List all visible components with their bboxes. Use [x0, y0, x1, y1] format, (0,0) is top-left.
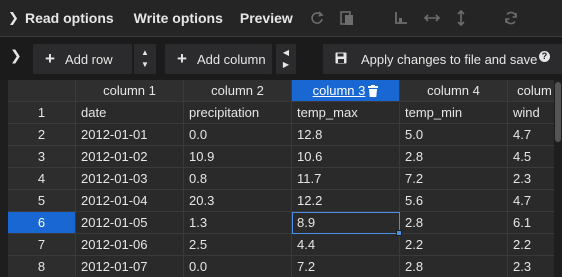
table-cell[interactable]: 10.6 [292, 146, 400, 168]
chevron-right-icon[interactable]: ▶ [283, 59, 289, 71]
plus-icon: + [177, 49, 187, 68]
table-cell[interactable]: 5.6 [400, 190, 508, 212]
table-cell[interactable]: 2.2 [400, 234, 508, 256]
vertical-scrollbar[interactable] [554, 80, 562, 277]
read-options-menu[interactable]: ❯ Read options [8, 10, 114, 26]
table-cell[interactable]: 4.4 [292, 234, 400, 256]
table-row: 2 2012-01-01 0.0 12.8 5.0 4.7 [8, 124, 562, 146]
column-stepper[interactable]: ◀ ▶ [276, 44, 296, 74]
table-cell[interactable]: 2.8 [400, 256, 508, 277]
table-cell[interactable]: 2.8 [400, 212, 508, 234]
menu-bar: ❯ Read options Write options Preview [0, 0, 562, 36]
resize-horizontal-icon[interactable] [423, 10, 440, 26]
add-row-button[interactable]: + Add row [33, 44, 132, 74]
data-grid: column 1 column 2 column 3 column 4 colu… [8, 80, 562, 277]
paste-icon[interactable] [339, 10, 354, 26]
row-number[interactable]: 3 [8, 146, 76, 168]
column-header[interactable]: column 2 [184, 80, 292, 102]
table-row: 4 2012-01-03 0.8 11.7 7.2 2.3 [8, 168, 562, 190]
table-cell[interactable]: 2012-01-01 [76, 124, 184, 146]
scrollbar-thumb[interactable] [555, 82, 561, 142]
table-cell[interactable]: 0.0 [184, 124, 292, 146]
table-row: 5 2012-01-04 20.3 12.2 5.6 4.7 [8, 190, 562, 212]
add-column-label: Add column [196, 51, 266, 67]
resize-vertical-icon[interactable] [454, 10, 468, 26]
column-header[interactable]: column 1 [76, 80, 184, 102]
row-number[interactable]: 8 [8, 256, 76, 277]
chevron-right-icon: ❯ [8, 10, 19, 25]
add-column-button[interactable]: + Add column [165, 44, 272, 74]
table-cell[interactable]: 2012-01-02 [76, 146, 184, 168]
read-options-label: Read options [25, 10, 114, 26]
row-number[interactable]: 7 [8, 234, 76, 256]
table-cell[interactable]: 12.2 [292, 190, 400, 212]
table-cell[interactable]: 0.8 [184, 168, 292, 190]
table-row: 8 2012-01-07 0.0 7.2 2.8 2.3 [8, 256, 562, 277]
table-cell[interactable]: precipitation [184, 102, 292, 124]
row-number[interactable]: 2 [8, 124, 76, 146]
table-cell[interactable]: 11.7 [292, 168, 400, 190]
apply-save-label: Apply changes to file and save [361, 51, 538, 67]
table-cell[interactable]: 2012-01-07 [76, 256, 184, 277]
align-bottom-icon[interactable] [394, 10, 408, 26]
active-cell[interactable]: 8.9 [292, 212, 400, 234]
column-header-selected[interactable]: column 3 [292, 80, 400, 102]
toolbar: ❯ + Add row ▲ ▼ + Add column ◀ ▶ Apply c… [0, 36, 562, 80]
column-header-label: column 3 [312, 83, 366, 98]
chevron-left-icon[interactable]: ◀ [283, 47, 289, 59]
reload-icon[interactable] [504, 10, 518, 26]
help-icon[interactable]: ? [539, 51, 550, 62]
table-cell[interactable]: 7.2 [292, 256, 400, 277]
table-cell[interactable]: 12.8 [292, 124, 400, 146]
table-row-selected: 6 2012-01-05 1.3 8.9 2.8 6.1 [8, 212, 562, 234]
column-header[interactable]: column 4 [400, 80, 508, 102]
table-cell[interactable]: 2.8 [400, 146, 508, 168]
apply-save-button[interactable]: Apply changes to file and save ? [323, 44, 562, 74]
save-disk-icon [335, 52, 347, 67]
table-cell[interactable]: 2012-01-06 [76, 234, 184, 256]
table-cell[interactable]: 20.3 [184, 190, 292, 212]
table-cell[interactable]: date [76, 102, 184, 124]
table-row: 1 date precipitation temp_max temp_min w… [8, 102, 562, 124]
column-header-row: column 1 column 2 column 3 column 4 colu… [8, 80, 562, 102]
table-cell[interactable]: temp_max [292, 102, 400, 124]
trash-icon[interactable] [368, 82, 379, 101]
table-row: 7 2012-01-06 2.5 4.4 2.2 2.2 [8, 234, 562, 256]
row-number[interactable]: 4 [8, 168, 76, 190]
table-cell[interactable]: 2012-01-05 [76, 212, 184, 234]
table-cell[interactable]: 10.9 [184, 146, 292, 168]
row-number[interactable]: 1 [8, 102, 76, 124]
refresh-icon[interactable] [310, 10, 324, 26]
table-cell[interactable]: temp_min [400, 102, 508, 124]
table-cell[interactable]: 7.2 [400, 168, 508, 190]
table-cell[interactable]: 1.3 [184, 212, 292, 234]
preview-menu[interactable]: Preview [240, 10, 293, 26]
table-row: 3 2012-01-02 10.9 10.6 2.8 4.5 [8, 146, 562, 168]
chevron-down-icon[interactable]: ▼ [141, 59, 149, 71]
write-options-menu[interactable]: Write options [134, 10, 223, 26]
table-cell[interactable]: 2.5 [184, 234, 292, 256]
row-number[interactable]: 5 [8, 190, 76, 212]
table-cell[interactable]: 2012-01-03 [76, 168, 184, 190]
row-number-selected[interactable]: 6 [8, 212, 76, 234]
chevron-up-icon[interactable]: ▲ [141, 47, 149, 59]
row-stepper[interactable]: ▲ ▼ [134, 44, 156, 74]
fill-handle[interactable] [396, 230, 402, 236]
table-cell[interactable]: 2012-01-04 [76, 190, 184, 212]
expand-chevron-icon[interactable]: ❯ [10, 47, 22, 64]
corner-cell[interactable] [8, 80, 76, 102]
add-row-label: Add row [64, 51, 113, 67]
plus-icon: + [45, 49, 55, 68]
table-cell[interactable]: 5.0 [400, 124, 508, 146]
table-cell[interactable]: 0.0 [184, 256, 292, 277]
